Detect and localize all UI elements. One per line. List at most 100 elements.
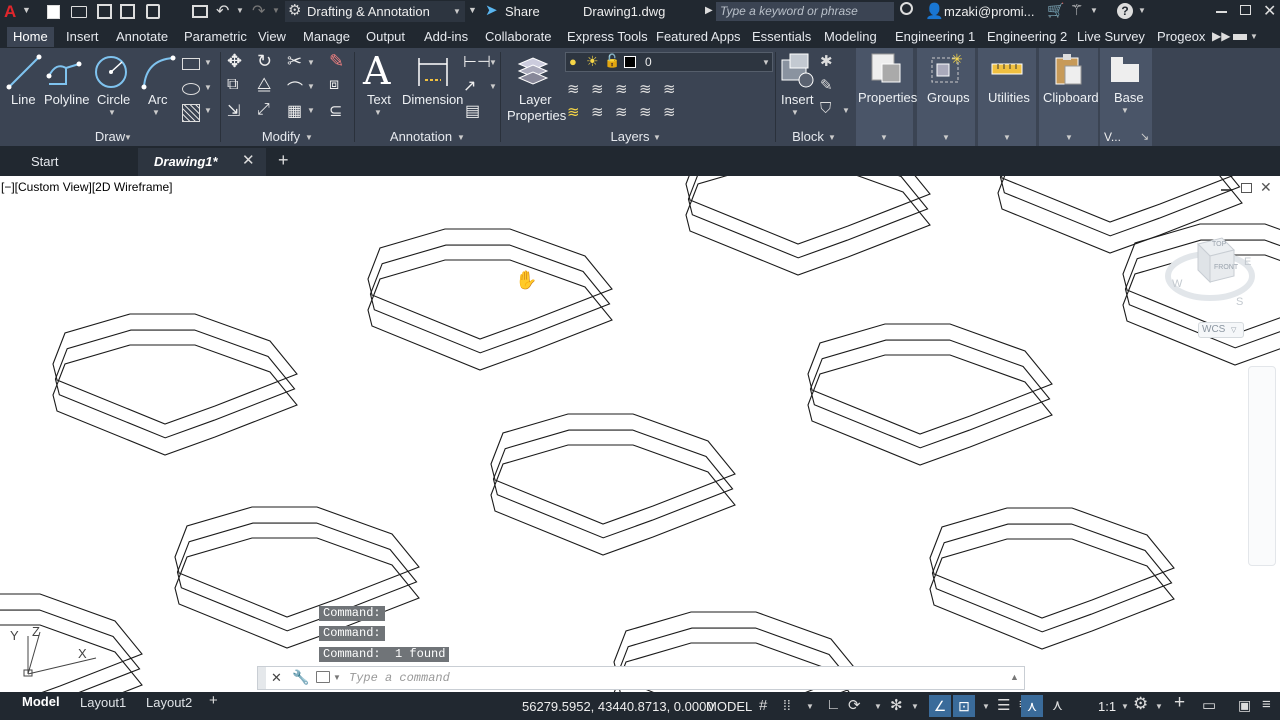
insert-dropdown-icon[interactable]: ▼ [791, 108, 799, 117]
explode-icon[interactable]: ⧈ [329, 76, 339, 94]
redo-dropdown-icon[interactable]: ▼ [272, 6, 280, 15]
tab-featured-apps[interactable]: Featured Apps [650, 27, 747, 47]
help-icon[interactable]: ? [1117, 3, 1133, 19]
polyline-icon[interactable] [46, 54, 82, 90]
chevron-right-icon[interactable]: ▶ [705, 5, 713, 16]
create-block-icon[interactable]: ✱ [820, 52, 833, 70]
text-icon[interactable]: A [363, 50, 390, 92]
tab-engineering-1[interactable]: Engineering 1 [889, 27, 981, 47]
leader-icon[interactable]: ↗ [463, 76, 476, 96]
offset-icon[interactable]: ⊆ [329, 101, 342, 121]
cart-icon[interactable]: 🛒 [1047, 2, 1064, 19]
command-input[interactable]: Type a command [349, 671, 450, 685]
tab-add-ins[interactable]: Add-ins [418, 27, 474, 47]
text-dropdown-icon[interactable]: ▼ [374, 108, 382, 117]
save-as-icon[interactable] [120, 4, 135, 19]
tab-live-survey[interactable]: Live Survey [1071, 27, 1151, 47]
layers-panel-title[interactable]: Layers [607, 130, 653, 144]
block-panel-title[interactable]: Block [790, 130, 826, 144]
layer-tool-8-icon[interactable]: ≋ [615, 103, 628, 121]
circle-dropdown-icon[interactable]: ▼ [108, 108, 116, 117]
layer-tool-3-icon[interactable]: ≋ [615, 80, 628, 98]
array-icon[interactable]: ▦ [287, 101, 302, 121]
redo-icon[interactable]: ↷ [252, 1, 265, 21]
fillet-icon[interactable]: ⌒ [287, 76, 303, 100]
navigation-bar[interactable] [1248, 366, 1276, 566]
tab-layout2[interactable]: Layout2 [146, 695, 192, 710]
ring-shape[interactable] [929, 507, 1175, 650]
polyline-button[interactable]: Polyline [44, 92, 90, 108]
insert-button[interactable]: Insert [781, 92, 814, 108]
coordinates-readout[interactable]: 56279.5952, 43440.8713, 0.0000 [522, 699, 714, 714]
object-snap-icon[interactable]: ⊡ [953, 695, 975, 717]
ribbon-options-icon[interactable]: ▼ [1250, 32, 1258, 41]
tab-annotate[interactable]: Annotate [110, 27, 174, 47]
status-menu-icon[interactable]: ≡ [1262, 696, 1271, 713]
copy-icon[interactable]: ⧉ [227, 76, 238, 94]
tab-engineering-2[interactable]: Engineering 2 [981, 27, 1073, 47]
share-button[interactable]: Share [505, 4, 540, 19]
layers-panel-expand-icon[interactable]: ▼ [653, 133, 661, 142]
save-icon[interactable] [97, 4, 112, 19]
annotation-panel-expand-icon[interactable]: ▼ [457, 133, 465, 142]
dialog-launcher-icon[interactable]: ↘ [1140, 130, 1149, 143]
annotation-visibility-icon[interactable]: ⋏ [1021, 695, 1043, 717]
minimize-icon[interactable] [1216, 11, 1227, 13]
tab-view[interactable]: View [252, 27, 292, 47]
ribbon-minimize-icon[interactable] [1233, 34, 1247, 40]
scale-icon[interactable]: ⤢ [257, 101, 270, 119]
hatch-dropdown-icon[interactable]: ▼ [204, 106, 212, 115]
layer-properties-icon[interactable] [515, 52, 551, 88]
restore-icon[interactable] [1240, 5, 1251, 15]
modify-panel-title[interactable]: Modify [257, 130, 305, 144]
undo-icon[interactable]: ↶ [216, 1, 229, 21]
object-snap-dropdown-icon[interactable]: ▼ [982, 702, 990, 711]
line-icon[interactable] [6, 54, 42, 90]
rectangle-dropdown-icon[interactable]: ▼ [204, 58, 212, 67]
user-icon[interactable]: 👤 [925, 2, 944, 20]
command-line-grip[interactable] [258, 667, 266, 689]
command-history-toggle-icon[interactable]: ▲ [1010, 672, 1019, 682]
close-command-icon[interactable]: ✕ [271, 670, 282, 686]
search-input[interactable]: Type a keyword or phrase [720, 4, 858, 18]
trim-icon[interactable]: ✂ [287, 51, 302, 72]
annotation-scale[interactable]: 1:1 [1098, 699, 1116, 714]
model-space-button[interactable]: MODEL [706, 699, 752, 714]
plus-icon[interactable]: + [1174, 692, 1185, 714]
ring-shape[interactable] [490, 413, 736, 556]
layer-tool-7-icon[interactable]: ≋ [591, 103, 604, 121]
edit-block-icon[interactable]: ✎ [820, 76, 833, 94]
app-menu-chevron-icon[interactable]: ▼ [22, 5, 31, 15]
ring-shape[interactable] [685, 176, 931, 276]
ring-shape[interactable] [807, 323, 1053, 466]
linear-dim-icon[interactable]: ⊢⊣ [463, 52, 491, 72]
customize-qat-icon[interactable]: ▼ [468, 5, 477, 15]
tab-model[interactable]: Model [22, 694, 60, 709]
arc-icon[interactable] [140, 54, 176, 90]
snap-icon[interactable]: ⁞⁞ [783, 697, 791, 713]
array-dropdown-icon[interactable]: ▼ [307, 106, 315, 115]
tab-parametric[interactable]: Parametric [178, 27, 253, 47]
tab-progeox[interactable]: Progeox [1151, 27, 1211, 47]
clean-screen-icon[interactable]: ▭ [1202, 696, 1216, 714]
add-layout-icon[interactable]: + [209, 692, 218, 709]
text-button[interactable]: Text [367, 92, 391, 108]
block-attributes-icon[interactable]: ⛉ [820, 100, 831, 117]
polar-icon[interactable]: ⟳ [848, 696, 861, 714]
tab-express-tools[interactable]: Express Tools [561, 27, 654, 47]
layer-tool-4-icon[interactable]: ≋ [639, 80, 652, 98]
open-folder-icon[interactable] [71, 6, 87, 18]
drawing-canvas[interactable]: [−][Custom View][2D Wireframe] ✕ TOP FRO… [0, 176, 1280, 692]
autocad-logo-icon[interactable]: A [4, 2, 16, 22]
drawing-geometry[interactable] [0, 176, 1280, 692]
linear-dim-dropdown-icon[interactable]: ▼ [489, 58, 497, 67]
tab-home[interactable]: Home [7, 27, 54, 47]
line-button[interactable]: Line [11, 92, 36, 108]
app-dropdown-icon[interactable]: ▼ [1090, 6, 1098, 15]
plot-icon[interactable] [192, 5, 208, 18]
viewcube[interactable]: TOP FRONT W E S WCS ▽ [1160, 226, 1260, 346]
tab-collaborate[interactable]: Collaborate [479, 27, 558, 47]
isodraft-icon[interactable]: ✻ [890, 696, 903, 714]
autodesk-app-icon[interactable]: ⚚ [1070, 1, 1083, 19]
annotation-panel-title[interactable]: Annotation [385, 130, 457, 144]
